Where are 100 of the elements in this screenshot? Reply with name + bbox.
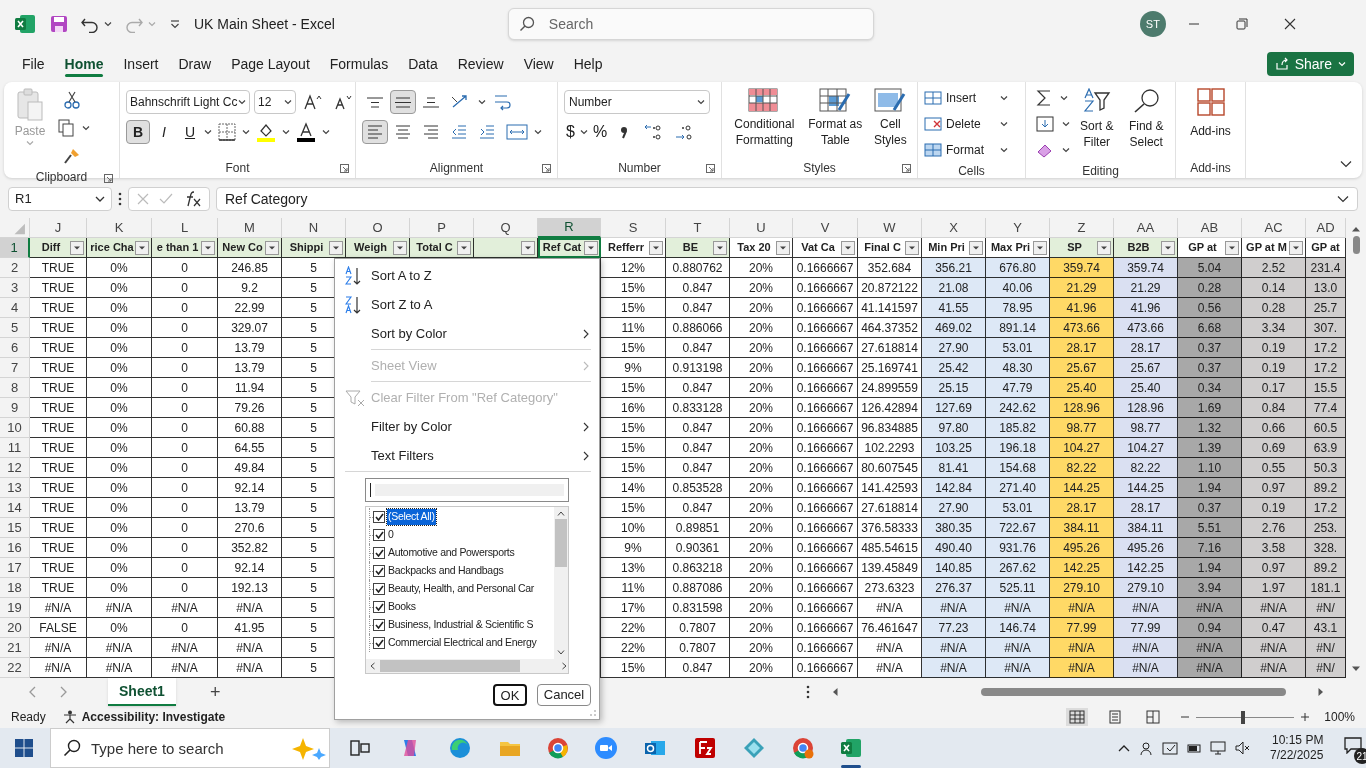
sort-filter-button[interactable]: Sort & Filter <box>1074 86 1120 162</box>
filter-dropdown-button[interactable] <box>1289 241 1303 255</box>
share-button[interactable]: Share <box>1266 52 1354 76</box>
row-header[interactable]: 17 <box>0 558 30 578</box>
cells-delete-button[interactable]: Delete <box>924 112 1008 136</box>
file-transfer-icon[interactable] <box>693 736 717 760</box>
cells-insert-button[interactable]: Insert <box>924 86 1008 110</box>
name-box[interactable]: R1 <box>8 187 112 211</box>
row-header[interactable]: 12 <box>0 458 30 478</box>
filter-dropdown-button[interactable] <box>584 241 598 255</box>
row-header[interactable]: 20 <box>0 618 30 638</box>
cell-styles-button[interactable]: Cell Styles <box>869 86 911 158</box>
ok-button[interactable]: OK <box>493 684 527 706</box>
scroll-right-icon[interactable] <box>1318 687 1325 697</box>
scroll-right-icon[interactable] <box>562 662 567 670</box>
row-header[interactable]: 15 <box>0 518 30 538</box>
list-vertical-scrollbar[interactable] <box>554 507 568 659</box>
add-ins-button[interactable]: Add-ins <box>1182 86 1239 158</box>
user-avatar[interactable]: ST <box>1139 11 1166 37</box>
scroll-down-icon[interactable] <box>1351 666 1361 672</box>
zoom-level[interactable]: 100% <box>1324 708 1355 726</box>
filter-dropdown-button[interactable] <box>135 241 149 255</box>
sheet-tab[interactable]: Sheet1 <box>108 678 176 706</box>
check-icon[interactable] <box>159 193 173 205</box>
browser-icon[interactable] <box>448 736 472 760</box>
ribbon-tab[interactable]: Draw <box>168 49 222 79</box>
ribbon-tab[interactable]: Data <box>398 49 448 79</box>
dialog-launcher-icon[interactable] <box>542 164 551 173</box>
filter-dropdown-button[interactable] <box>201 241 215 255</box>
ribbon-tab[interactable]: Review <box>447 49 514 79</box>
accessibility-button[interactable]: Accessibility: Investigate <box>61 708 226 726</box>
taskbar-search-field[interactable]: Type here to search <box>91 729 261 767</box>
filter-value-item[interactable]: Commercial Electrical and Energy <box>387 635 538 651</box>
ribbon-tab[interactable]: Help <box>563 49 613 79</box>
row-header[interactable]: 21 <box>0 638 30 658</box>
save-icon[interactable] <box>50 15 68 33</box>
dropdown-caret-icon[interactable] <box>1060 95 1068 101</box>
zoom-slider-thumb[interactable] <box>1241 710 1246 724</box>
row-header[interactable]: 5 <box>0 318 30 338</box>
scroll-left-icon[interactable] <box>370 662 375 670</box>
ribbon-tab[interactable]: View <box>513 49 564 79</box>
video-call-icon[interactable] <box>594 736 618 760</box>
dialog-launcher-icon[interactable] <box>706 164 715 173</box>
close-icon[interactable] <box>1283 18 1296 30</box>
filter-dropdown-button[interactable] <box>649 241 663 255</box>
scrollbar-thumb[interactable] <box>380 660 520 672</box>
font-size-field[interactable]: 12 <box>254 90 296 114</box>
windows-start-icon[interactable] <box>15 739 33 757</box>
ribbon-tab[interactable]: Page Layout <box>221 49 320 79</box>
filter-search-field[interactable] <box>365 478 569 502</box>
zoom-in-icon[interactable] <box>1300 712 1311 722</box>
filter-dropdown-button[interactable] <box>329 241 343 255</box>
scroll-up-icon[interactable] <box>557 511 565 516</box>
next-sheet-icon[interactable] <box>60 686 68 698</box>
percent-button[interactable]: % <box>590 120 610 144</box>
filter-dropdown-button[interactable] <box>457 241 471 255</box>
dropdown-caret-icon[interactable] <box>478 99 486 105</box>
chrome-profile-icon[interactable] <box>791 736 815 760</box>
text-style-button[interactable]: U <box>178 120 202 144</box>
row-header[interactable]: 8 <box>0 378 30 398</box>
cancel-button[interactable]: Cancel <box>537 684 591 706</box>
list-horizontal-scrollbar[interactable] <box>366 659 568 673</box>
collapse-ribbon-icon[interactable] <box>1340 160 1352 168</box>
filter-dropdown-button[interactable] <box>905 241 919 255</box>
filter-dropdown-button[interactable] <box>1225 241 1239 255</box>
align-left-button[interactable] <box>362 120 388 144</box>
dialog-launcher-icon[interactable] <box>104 174 113 183</box>
spreadsheet-app-icon[interactable] <box>839 736 863 760</box>
number-format-field[interactable]: Number <box>564 90 710 114</box>
dropdown-caret-icon[interactable] <box>534 129 542 135</box>
filter-dropdown-button[interactable] <box>713 241 727 255</box>
customize-toolbar-icon[interactable] <box>170 19 180 29</box>
ribbon-tab[interactable]: Home <box>54 49 114 79</box>
dialog-launcher-icon[interactable] <box>340 164 349 173</box>
filter-value-item[interactable]: (Select All) <box>387 509 436 525</box>
row-header[interactable]: 13 <box>0 478 30 498</box>
currency-button[interactable]: $ <box>564 120 577 144</box>
filter-dropdown-button[interactable] <box>1097 241 1111 255</box>
filter-dropdown-button[interactable] <box>969 241 983 255</box>
ribbon-tab[interactable]: Insert <box>113 49 169 79</box>
row-header[interactable]: 16 <box>0 538 30 558</box>
row-header[interactable]: 18 <box>0 578 30 598</box>
dropdown-caret-icon[interactable] <box>579 129 588 135</box>
text-style-button[interactable]: B <box>126 120 150 144</box>
filter-dropdown-button[interactable] <box>1033 241 1047 255</box>
filter-value-item[interactable]: Beauty, Health, and Personal Car <box>387 581 536 597</box>
filter-value-item[interactable]: Books <box>387 599 417 615</box>
dropdown-caret-icon[interactable] <box>1062 121 1070 127</box>
filter-value-item[interactable]: Backpacks and Handbags <box>387 563 505 579</box>
row-header[interactable]: 7 <box>0 358 30 378</box>
more-options-icon[interactable] <box>806 685 811 699</box>
filter-value-item[interactable]: Business, Industrial & Scientific S <box>387 617 535 633</box>
checkbox[interactable] <box>373 565 385 577</box>
checkbox[interactable] <box>373 583 385 595</box>
filter-value-item[interactable]: Automotive and Powersports <box>387 545 516 561</box>
dropdown-caret-icon[interactable] <box>282 129 290 135</box>
more-options-icon[interactable] <box>118 192 122 206</box>
row-header[interactable]: 19 <box>0 598 30 618</box>
filter-dropdown-button[interactable] <box>265 241 279 255</box>
filter-dropdown-button[interactable] <box>521 241 535 255</box>
